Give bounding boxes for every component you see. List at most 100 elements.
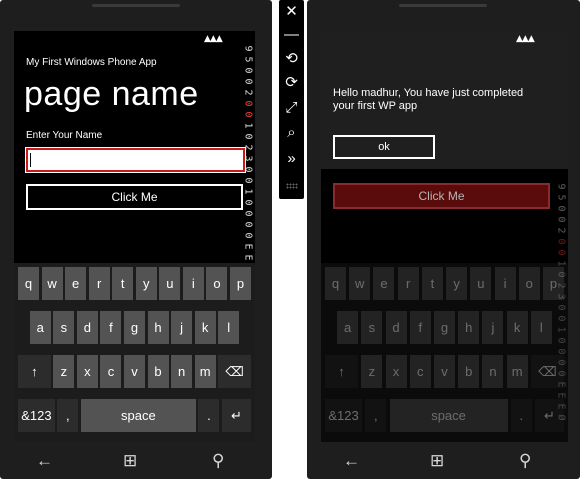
rotate-left-icon[interactable]: ⟲ [283,50,300,67]
comma-key[interactable]: , [365,399,387,432]
key-t[interactable]: t [112,267,134,300]
zoom-icon[interactable]: ⌕ [283,124,300,141]
key-l[interactable]: l [218,311,240,344]
back-icon[interactable]: ← [343,451,360,471]
software-keyboard: q w e r t y u i o p a s d f g h j k l ↑ z x c v b n m ⌫ &123, space. ↵ [14,263,255,442]
key-w[interactable]: w [41,267,63,300]
key-p[interactable]: p [543,267,564,300]
back-icon[interactable]: ← [36,451,53,471]
key-a[interactable]: a [337,311,359,344]
counter-digit: 0 [242,133,254,140]
name-input[interactable] [25,147,246,173]
fit-to-screen-icon[interactable]: ⤢ [283,99,300,116]
counter-digit: 0 [242,232,254,239]
key-o[interactable]: o [518,267,540,300]
key-m[interactable]: m [506,355,528,388]
rotate-right-icon[interactable]: ⟳ [283,74,300,91]
key-j[interactable]: j [482,311,504,344]
key-l[interactable]: l [530,311,552,344]
key-g[interactable]: g [434,311,455,344]
toolbar-grip[interactable] [286,183,298,189]
symbols-key[interactable]: &123 [325,399,363,432]
key-s[interactable]: s [53,311,75,344]
start-icon[interactable]: ⊞ [430,451,444,471]
key-n[interactable]: n [171,355,193,388]
key-q[interactable]: q [18,267,39,300]
key-w[interactable]: w [349,267,371,300]
counter-digit: 0 [242,210,254,217]
counter-digit: 0 [242,221,254,228]
key-r[interactable]: r [88,267,110,300]
period-key[interactable]: . [198,399,220,432]
key-h[interactable]: h [147,311,169,344]
key-k[interactable]: k [194,311,216,344]
search-icon[interactable]: ⚲ [212,451,224,471]
key-c[interactable]: c [409,355,431,388]
key-y[interactable]: y [446,267,468,300]
key-t[interactable]: t [421,267,443,300]
key-u[interactable]: u [159,267,181,300]
key-o[interactable]: o [206,267,228,300]
shift-key[interactable]: ↑ [18,355,51,388]
space-key[interactable]: space [389,399,508,432]
key-a[interactable]: a [29,311,51,344]
key-d[interactable]: d [76,311,98,344]
backspace-key[interactable]: ⌫ [218,355,251,388]
key-j[interactable]: j [171,311,193,344]
key-i[interactable]: i [494,267,516,300]
app-title: My First Windows Phone App [26,57,157,68]
key-f[interactable]: f [100,311,122,344]
key-u[interactable]: u [470,267,492,300]
key-g[interactable]: g [124,311,145,344]
phone-emulator-left: ▲▲▲ 950020010230010000EEEØ My First Wind… [0,0,272,479]
counter-digit: 0 [555,249,567,256]
key-x[interactable]: x [76,355,98,388]
space-key[interactable]: space [80,399,196,432]
key-e[interactable]: e [373,267,395,300]
key-h[interactable]: h [458,311,480,344]
enter-key[interactable]: ↵ [222,399,251,432]
key-p[interactable]: p [230,267,251,300]
key-k[interactable]: k [506,311,528,344]
key-b[interactable]: b [458,355,480,388]
key-z[interactable]: z [53,355,75,388]
ok-button[interactable]: ok [333,135,435,159]
key-s[interactable]: s [361,311,383,344]
search-icon[interactable]: ⚲ [519,451,531,471]
comma-key[interactable]: , [57,399,79,432]
key-i[interactable]: i [182,267,204,300]
page-title: page name [24,75,199,113]
click-me-button[interactable]: Click Me [26,184,243,210]
key-f[interactable]: f [409,311,431,344]
start-icon[interactable]: ⊞ [123,451,137,471]
counter-digit: 1 [242,188,254,195]
counter-digit: 5 [242,56,254,63]
enter-key[interactable]: ↵ [535,399,564,432]
key-m[interactable]: m [194,355,216,388]
key-e[interactable]: e [65,267,87,300]
period-key[interactable]: . [510,399,532,432]
close-icon[interactable]: ✕ [283,3,300,20]
key-n[interactable]: n [482,355,504,388]
key-x[interactable]: x [385,355,407,388]
key-v[interactable]: v [434,355,455,388]
software-keyboard: q w e r t y u i o p a s d f g h j k l ↑ z x c v b n m ⌫ &123, space. ↵ [321,263,568,442]
hardware-navbar: ← ⊞ ⚲ [307,442,580,479]
counter-digit: E [242,243,254,250]
key-c[interactable]: c [100,355,122,388]
key-r[interactable]: r [397,267,419,300]
key-y[interactable]: y [135,267,157,300]
key-q[interactable]: q [325,267,346,300]
counter-digit: E [242,254,254,261]
minimize-icon[interactable]: — [283,26,300,43]
symbols-key[interactable]: &123 [18,399,55,432]
more-tools-icon[interactable]: » [283,150,300,167]
shift-key[interactable]: ↑ [325,355,359,388]
key-z[interactable]: z [361,355,383,388]
key-b[interactable]: b [147,355,169,388]
emulator-toolbar: ✕ — ⟲ ⟳ ⤢ ⌕ » [279,0,304,199]
key-d[interactable]: d [385,311,407,344]
backspace-key[interactable]: ⌫ [530,355,564,388]
name-label: Enter Your Name [26,130,103,141]
key-v[interactable]: v [124,355,145,388]
